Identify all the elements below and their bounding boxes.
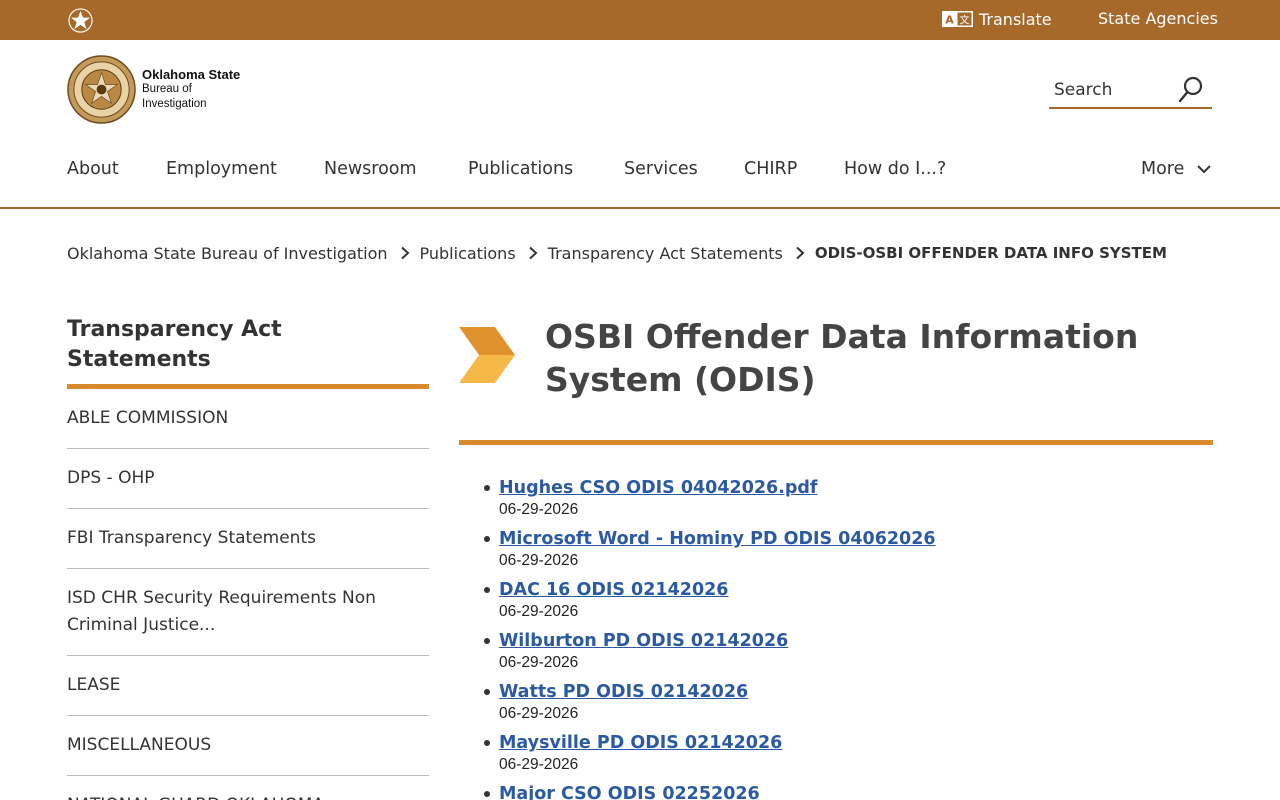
breadcrumb: Oklahoma State Bureau of Investigation P… <box>67 242 1167 264</box>
document-link[interactable]: DAC 16 ODIS 02142026 <box>499 578 728 603</box>
sidebar-title: Transparency Act Statements <box>67 315 429 389</box>
osbi-seal-logo <box>67 55 136 124</box>
search-input[interactable] <box>1054 78 1174 102</box>
sidebar-item-able-commission[interactable]: ABLE COMMISSION <box>67 389 429 449</box>
nav-more-label: More <box>1141 159 1185 179</box>
document-link[interactable]: Microsoft Word - Hominy PD ODIS 04062026 <box>499 527 936 552</box>
list-item: Wilburton PD ODIS 02142026 06-29-2026 <box>484 629 1199 672</box>
oklahoma-star-icon[interactable] <box>68 8 93 33</box>
document-link[interactable]: Maysville PD ODIS 02142026 <box>499 731 782 756</box>
document-date: 06-29-2026 <box>499 603 579 620</box>
sidebar-item-fbi-transparency[interactable]: FBI Transparency Statements <box>67 509 429 569</box>
list-item: Microsoft Word - Hominy PD ODIS 04062026… <box>484 527 1199 570</box>
translate-label: Translate <box>979 9 1052 29</box>
nav-item-about[interactable]: About <box>67 159 119 179</box>
chevron-down-icon <box>1197 165 1212 174</box>
main-navigation: About Employment Newsroom Publications S… <box>0 145 1280 209</box>
nav-item-services[interactable]: Services <box>624 159 698 179</box>
document-link[interactable]: Major CSO ODIS 02252026 <box>499 782 760 800</box>
document-date: 06-29-2026 <box>499 705 579 722</box>
svg-text:A: A <box>945 14 954 27</box>
svg-text:文: 文 <box>960 14 970 27</box>
document-date: 06-29-2026 <box>499 552 579 569</box>
translate-icon: A 文 <box>942 11 973 27</box>
breadcrumb-publications[interactable]: Publications <box>420 244 516 263</box>
sidebar-item-isd-chr-security[interactable]: ISD CHR Security Requirements Non Crimin… <box>67 569 429 656</box>
document-link[interactable]: Wilburton PD ODIS 02142026 <box>499 629 788 654</box>
nav-item-chirp[interactable]: CHIRP <box>744 159 797 179</box>
chevron-right-icon <box>400 246 409 260</box>
nav-item-employment[interactable]: Employment <box>166 159 277 179</box>
page-title: OSBI Offender Data Information System (O… <box>545 317 1139 399</box>
site-logo[interactable]: Oklahoma State Bureau of Investigation <box>67 55 240 124</box>
search-icon[interactable] <box>1178 76 1204 104</box>
chevron-right-icon <box>528 246 538 260</box>
logo-wordmark: Oklahoma State Bureau of Investigation <box>142 66 241 112</box>
breadcrumb-home[interactable]: Oklahoma State Bureau of Investigation <box>67 244 388 263</box>
breadcrumb-transparency[interactable]: Transparency Act Statements <box>548 244 783 263</box>
document-date: 06-29-2026 <box>499 756 579 773</box>
sidebar: Transparency Act Statements ABLE COMMISS… <box>67 315 429 800</box>
list-item: Maysville PD ODIS 02142026 06-29-2026 <box>484 731 1199 774</box>
breadcrumb-current: ODIS-OSBI OFFENDER DATA INFO SYSTEM <box>814 244 1167 262</box>
list-item: Watts PD ODIS 02142026 06-29-2026 <box>484 680 1199 723</box>
translate-button[interactable]: A 文 Translate <box>942 8 1052 30</box>
logo-line-3: Investigation <box>142 97 207 110</box>
sidebar-item-miscellaneous[interactable]: MISCELLANEOUS <box>67 716 429 776</box>
utility-bar: A 文 Translate State Agencies <box>0 0 1280 40</box>
chevron-right-icon <box>796 246 805 260</box>
search-box <box>1049 72 1212 109</box>
list-item: DAC 16 ODIS 02142026 06-29-2026 <box>484 578 1199 621</box>
document-list: Hughes CSO ODIS 04042026.pdf 06-29-2026 … <box>484 476 1199 800</box>
state-agencies-link[interactable]: State Agencies <box>1098 9 1218 28</box>
nav-item-newsroom[interactable]: Newsroom <box>324 159 417 179</box>
nav-more-button[interactable]: More <box>1141 159 1212 179</box>
document-link[interactable]: Hughes CSO ODIS 04042026.pdf <box>499 476 818 501</box>
page-header: OSBI Offender Data Information System (O… <box>459 315 1213 445</box>
document-link[interactable]: Watts PD ODIS 02142026 <box>499 680 748 705</box>
logo-line-1: Oklahoma State <box>142 66 241 82</box>
document-date: 06-29-2026 <box>499 501 579 518</box>
nav-item-publications[interactable]: Publications <box>468 159 573 179</box>
list-item: Major CSO ODIS 02252026 06-29-2026 <box>484 782 1199 800</box>
sidebar-item-lease[interactable]: LEASE <box>67 656 429 716</box>
sidebar-item-national-guard[interactable]: NATIONAL GUARD OKLAHOMA <box>67 776 429 800</box>
document-date: 06-29-2026 <box>499 654 579 671</box>
list-item: Hughes CSO ODIS 04042026.pdf 06-29-2026 <box>484 476 1199 519</box>
nav-item-how-do-i[interactable]: How do I...? <box>844 159 946 179</box>
sidebar-item-dps-ohp[interactable]: DPS - OHP <box>67 449 429 509</box>
logo-line-2: Bureau of <box>142 83 192 96</box>
chevron-accent-icon <box>459 327 515 383</box>
